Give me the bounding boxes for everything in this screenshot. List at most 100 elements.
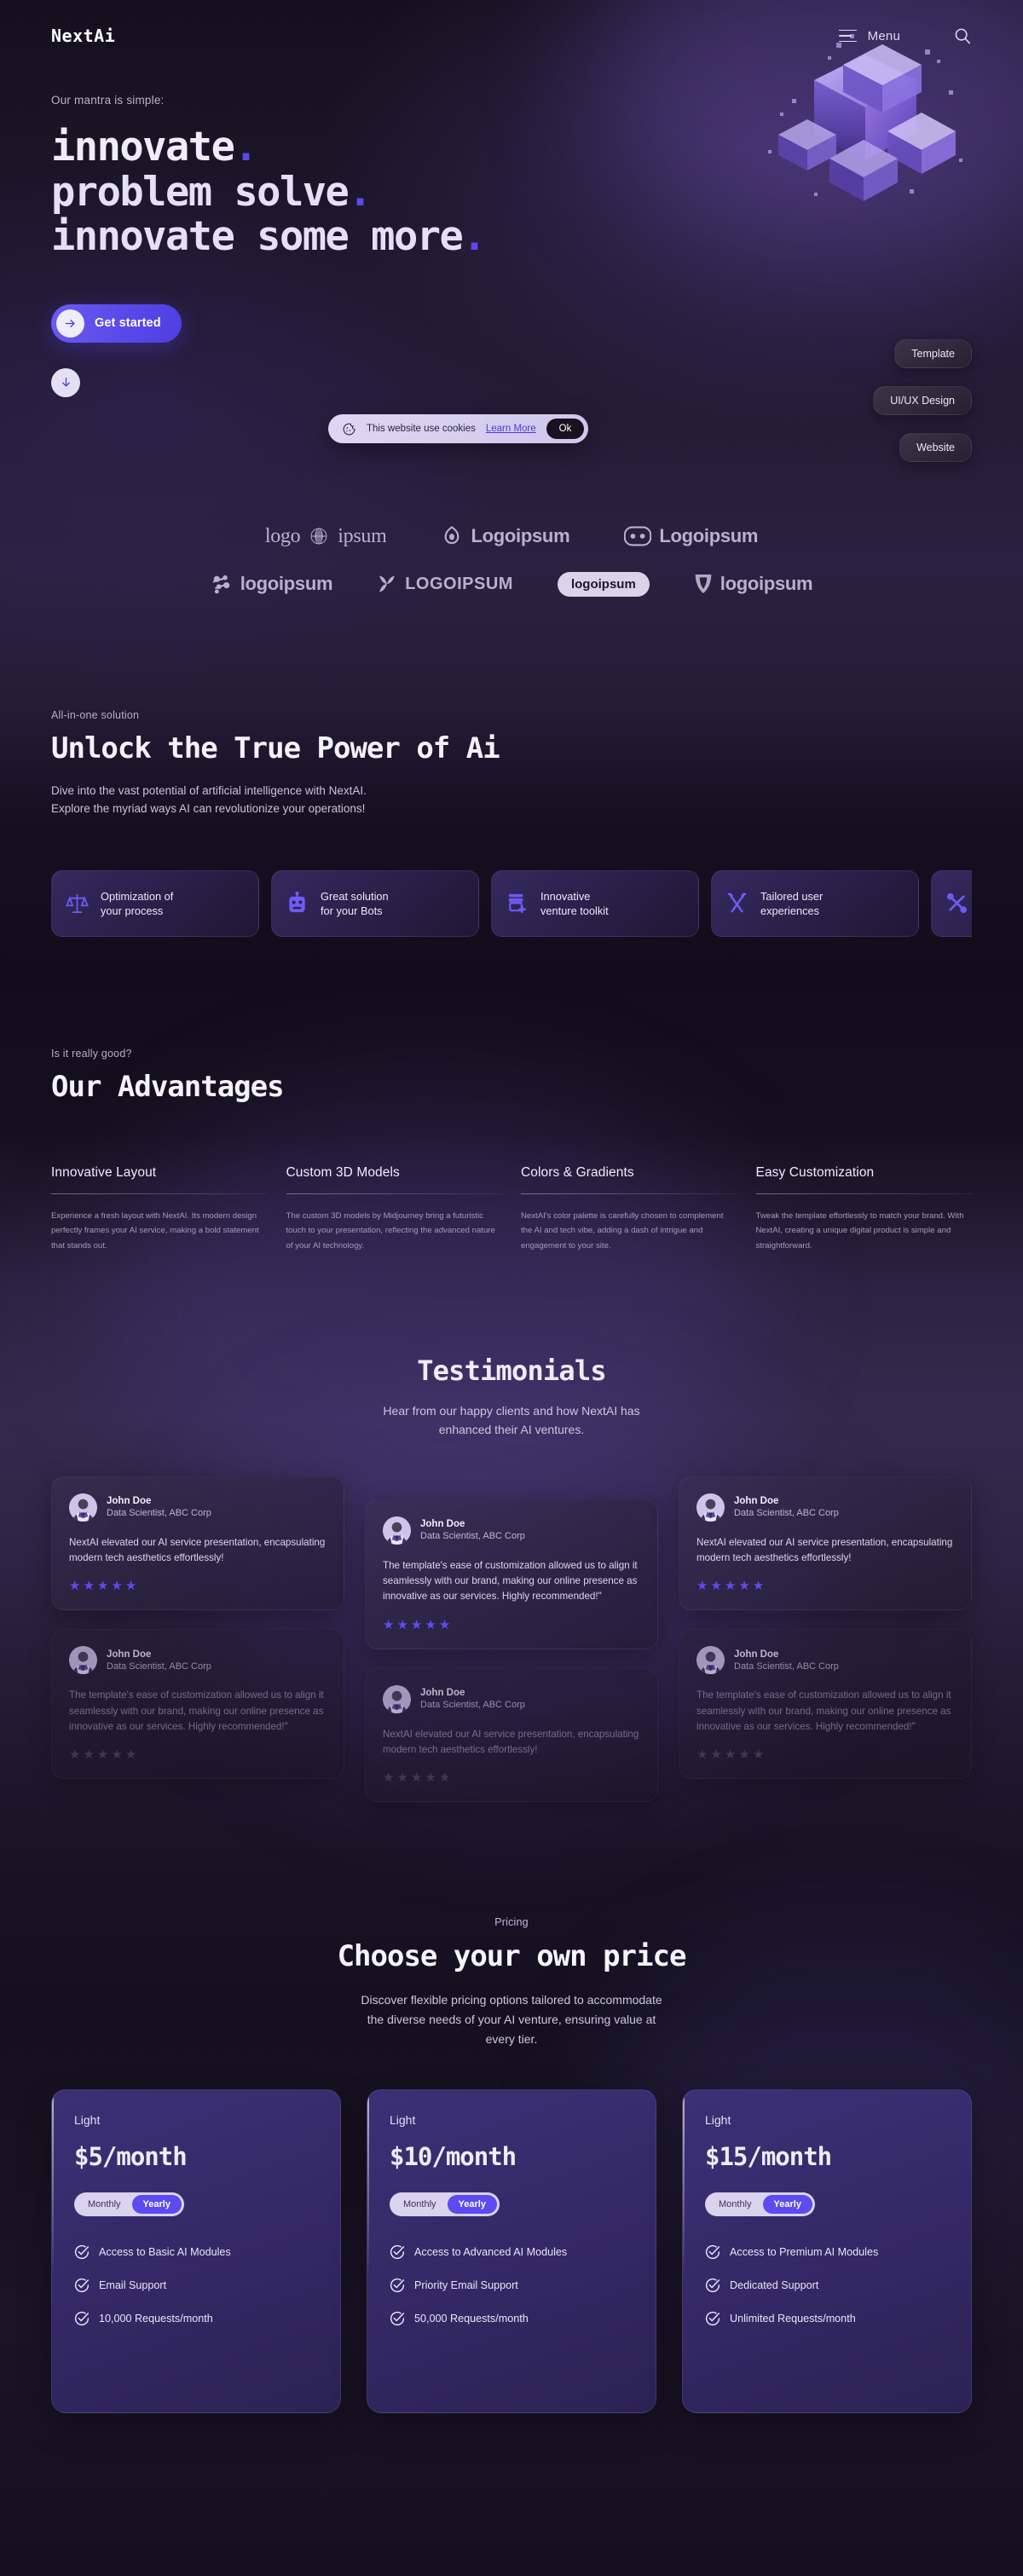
feature-card-label: Optimization of your process <box>101 889 173 918</box>
plan-feature-row: 10,000 Requests/month <box>74 2311 318 2326</box>
toggle-option-monthly[interactable]: Monthly <box>77 2195 132 2214</box>
billing-period-toggle[interactable]: Monthly Yearly <box>390 2192 500 2217</box>
testimonial-author-name: John Doe <box>734 1496 779 1507</box>
scroll-down-button[interactable] <box>51 367 80 397</box>
testimonial-author-name: John Doe <box>420 1519 465 1530</box>
star-icon: ★ <box>425 1617 436 1632</box>
star-icon: ★ <box>396 1617 408 1632</box>
pricing-sub-line-1: Discover flexible pricing options tailor… <box>361 1993 662 2007</box>
search-icon[interactable] <box>953 26 972 45</box>
toggle-option-yearly[interactable]: Yearly <box>131 2195 182 2215</box>
testimonial-card[interactable]: John Doe Data Scientist, ABC Corp The te… <box>365 1499 658 1649</box>
check-circle-icon <box>390 2244 405 2260</box>
divider <box>286 1193 502 1194</box>
hero-dot-2: . <box>348 168 372 216</box>
logo-text-after: logoipsum <box>720 573 813 595</box>
logo-cloud: logo ipsum Logoipsum Logoipsum logoipsum… <box>51 525 972 597</box>
star-icon: ★ <box>83 1747 95 1763</box>
testimonial-card[interactable]: John Doe Data Scientist, ABC Corp NextAI… <box>51 1476 344 1611</box>
pricing-card[interactable]: Light $5/month Monthly Yearly Access to … <box>51 2089 341 2414</box>
testimonial-header: John Doe Data Scientist, ABC Corp <box>696 1493 954 1522</box>
plan-tier-label: Light <box>74 2113 101 2128</box>
plan-feature-list: Access to Premium AI Modules Dedicated S… <box>705 2244 949 2326</box>
brand-logo[interactable]: NextAi <box>51 26 115 46</box>
star-icon: ★ <box>752 1579 765 1594</box>
feature-line-1: Tailored user <box>760 889 824 903</box>
feature-card-tailored-experiences[interactable]: Tailored user experiences <box>711 869 919 937</box>
chip-website[interactable]: Website <box>899 433 972 462</box>
site-header: NextAi Menu <box>0 0 1023 72</box>
feature-card-bots[interactable]: Great solution for your Bots <box>271 869 479 937</box>
cookie-ok-button[interactable]: Ok <box>546 419 585 439</box>
arrow-down-icon <box>60 376 72 389</box>
hero-heading: innovate. Problem solve. innovate some m… <box>51 124 972 261</box>
pricing-sub-line-3: every tier. <box>485 2031 538 2046</box>
testimonial-quote: NextAI elevated our AI service presentat… <box>383 1728 639 1755</box>
logo-text-after: logoipsum <box>240 573 333 595</box>
testimonial-card[interactable]: John Doe Data Scientist, ABC Corp The te… <box>679 1629 972 1780</box>
feature-card-venture-toolkit[interactable]: Innovative venture toolkit <box>491 869 699 937</box>
pricing-section: Pricing Choose your own price Discover f… <box>51 1916 972 2414</box>
chip-template[interactable]: Template <box>894 339 972 368</box>
feature-card-optimization[interactable]: Optimization of your process <box>51 869 259 937</box>
pricing-card[interactable]: Light $15/month Monthly Yearly Access to… <box>682 2089 972 2414</box>
star-icon: ★ <box>438 1770 451 1786</box>
star-rating: ★ ★ ★ ★ ★ <box>696 1748 954 1761</box>
cookie-banner: This website use cookies Learn More Ok <box>328 414 589 443</box>
pricing-title: Choose your own price <box>337 1939 687 1974</box>
advantage-title: Colors & Gradients <box>521 1164 634 1180</box>
testimonial-card[interactable]: John Doe Data Scientist, ABC Corp NextAI… <box>365 1667 658 1803</box>
testimonial-author-name: John Doe <box>107 1496 152 1507</box>
plan-tier-label: Light <box>705 2113 731 2128</box>
cookie-icon <box>342 422 356 436</box>
testimonial-header: John Doe Data Scientist, ABC Corp <box>383 1516 640 1545</box>
unlock-para-line-1: Dive into the vast potential of artifici… <box>51 783 367 797</box>
star-icon: ★ <box>724 1747 737 1763</box>
plan-feature-label: Email Support <box>99 2279 167 2292</box>
cookie-learn-more-link[interactable]: Learn More <box>486 424 536 434</box>
robot-icon <box>286 892 309 915</box>
star-icon: ★ <box>383 1770 395 1786</box>
testimonial-author-role: Data Scientist, ABC Corp <box>420 1700 525 1711</box>
testimonial-author-name: John Doe <box>107 1649 152 1660</box>
avatar <box>383 1684 411 1713</box>
logo-item-robot-face: Logoipsum <box>624 525 758 547</box>
shield-logo-icon <box>694 573 713 595</box>
star-icon: ★ <box>425 1770 436 1786</box>
plan-feature-row: Access to Basic AI Modules <box>74 2244 318 2260</box>
hero-cta-row: Get started <box>51 303 972 343</box>
feature-line-2: for your Bots <box>321 904 383 917</box>
pricing-grid: Light $5/month Monthly Yearly Access to … <box>51 2089 972 2414</box>
billing-period-toggle[interactable]: Monthly Yearly <box>74 2192 184 2217</box>
plan-feature-row: Email Support <box>74 2278 318 2293</box>
pricing-card[interactable]: Light $10/month Monthly Yearly Access to… <box>367 2089 656 2414</box>
logo-item-shield: logoipsum <box>694 573 813 595</box>
star-icon: ★ <box>410 1770 423 1786</box>
logo-text-after: Logoipsum <box>659 525 759 547</box>
chip-uiux-design[interactable]: UI/UX Design <box>873 386 972 415</box>
hero-dot-1: . <box>234 124 257 170</box>
star-icon: ★ <box>696 1579 708 1594</box>
feature-card-label: Tailored user experiences <box>760 889 823 918</box>
testimonial-quote: The template's ease of customization all… <box>69 1689 324 1732</box>
toggle-option-monthly[interactable]: Monthly <box>708 2195 763 2214</box>
toggle-option-yearly[interactable]: Yearly <box>447 2195 497 2215</box>
star-rating: ★ ★ ★ ★ ★ <box>69 1580 327 1592</box>
testimonial-card[interactable]: John Doe Data Scientist, ABC Corp The te… <box>51 1629 344 1780</box>
robot-face-logo-icon <box>624 526 652 546</box>
menu-button[interactable]: Menu <box>838 29 900 43</box>
feature-card-label: Great solution for your Bots <box>321 889 389 918</box>
check-circle-icon <box>74 2278 90 2293</box>
testimonial-card[interactable]: John Doe Data Scientist, ABC Corp NextAI… <box>679 1476 972 1611</box>
plan-feature-label: Access to Advanced AI Modules <box>414 2246 568 2259</box>
logo-row-1: logo ipsum Logoipsum Logoipsum <box>51 525 972 548</box>
billing-period-toggle[interactable]: Monthly Yearly <box>705 2192 815 2217</box>
star-icon: ★ <box>124 1579 137 1594</box>
get-started-button[interactable]: Get started <box>51 303 182 343</box>
feature-card-partial[interactable] <box>931 869 972 937</box>
toggle-option-yearly[interactable]: Yearly <box>762 2195 812 2215</box>
hero-dot-3: . <box>462 213 486 261</box>
toggle-option-monthly[interactable]: Monthly <box>392 2195 448 2214</box>
feature-line-1: Great solution <box>321 889 389 903</box>
arrow-right-icon <box>56 309 84 338</box>
